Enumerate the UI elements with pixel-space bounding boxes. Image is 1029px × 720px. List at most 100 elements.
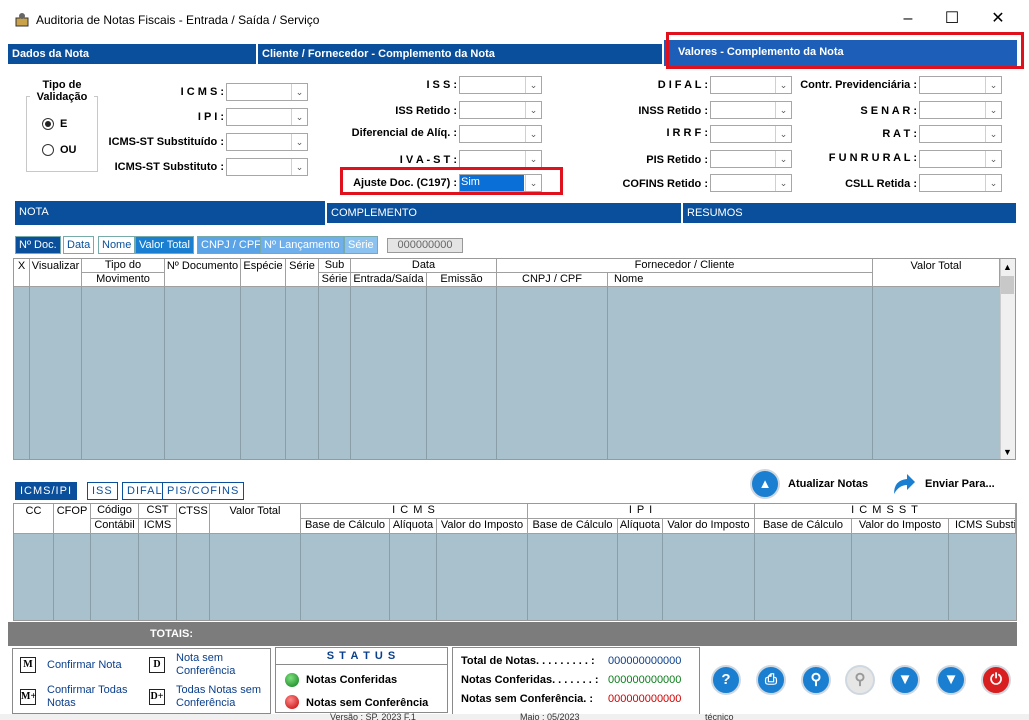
status-bar <box>0 714 1029 720</box>
col2-icmsst-vi: Valor do Imposto <box>852 519 949 534</box>
label-inss: INSS Retido : <box>638 105 708 117</box>
combo-icms-st-subst[interactable]: ⌄ <box>226 133 308 151</box>
enviar-para-button[interactable]: Enviar Para... <box>925 478 995 490</box>
help-icon[interactable]: ? <box>711 665 741 695</box>
col-especie: Espécie <box>241 259 286 287</box>
totals-label: TOTAIS: <box>150 628 193 640</box>
combo-cofins[interactable]: ⌄ <box>710 174 792 192</box>
nota-sem-conferencia-link[interactable]: Nota sem Conferência <box>176 652 268 678</box>
confirm-all-icon[interactable]: M+ <box>20 689 36 705</box>
grid-divider <box>617 534 618 620</box>
status-divider <box>276 664 447 665</box>
status-tecnico: técnico <box>705 713 734 720</box>
combo-icms[interactable]: ⌄ <box>226 83 308 101</box>
label-pis: PIS Retido : <box>646 154 708 166</box>
scroll-down-icon[interactable]: ▼ <box>1003 447 1012 457</box>
label-icms-st-subst: ICMS-ST Substituído : <box>108 136 224 148</box>
todas-sem-conferencia-link[interactable]: Todas Notas sem Conferência <box>176 684 268 710</box>
col-tipo: Tipo do <box>82 259 165 273</box>
grid-divider <box>176 534 177 620</box>
col2-cst: CST <box>139 504 177 519</box>
filter-icon[interactable]: ▼ <box>890 665 920 695</box>
col2-icms-aliq: Alíquota <box>390 519 437 534</box>
close-icon[interactable]: ✕ <box>983 8 1013 30</box>
search-input[interactable]: 000000000 <box>387 238 463 253</box>
sort-tab-lancamento[interactable]: Nº Lançamento <box>260 236 344 254</box>
combo-inss[interactable]: ⌄ <box>710 101 792 119</box>
print-icon[interactable]: ⎙ <box>756 665 786 695</box>
tab-resumos[interactable]: RESUMOS <box>683 203 1016 223</box>
combo-iss[interactable]: ⌄ <box>459 76 542 94</box>
sort-tab-data[interactable]: Data <box>63 236 95 254</box>
label-ajuste-doc: Ajuste Doc. (C197) : <box>353 177 457 189</box>
search-icon[interactable]: ⚲ <box>801 665 831 695</box>
radio-e[interactable] <box>42 118 54 130</box>
label-iss: I S S : <box>426 79 457 91</box>
combo-pis[interactable]: ⌄ <box>710 150 792 168</box>
col-nome: Nome <box>608 273 873 287</box>
combo-ipi[interactable]: ⌄ <box>226 108 308 126</box>
tab-complemento[interactable]: COMPLEMENTO <box>327 203 681 223</box>
col-ndoc: Nº Documento <box>165 259 241 287</box>
combo-iva-st[interactable]: ⌄ <box>459 150 542 168</box>
refresh-up-icon[interactable]: ▲ <box>750 469 780 499</box>
col2-cfop: CFOP <box>54 504 91 534</box>
col-valor-total: Valor Total <box>873 259 1000 287</box>
sort-tab-ndoc[interactable]: Nº Doc. <box>15 236 61 254</box>
combo-dif-aliq[interactable]: ⌄ <box>459 125 542 143</box>
combo-csll[interactable]: ⌄ <box>919 174 1002 192</box>
maximize-icon[interactable]: ☐ <box>937 8 967 30</box>
combo-irrf[interactable]: ⌄ <box>710 125 792 143</box>
col2-cc: CC <box>14 504 54 534</box>
combo-icms-st-substituto[interactable]: ⌄ <box>226 158 308 176</box>
sort-tab-valor[interactable]: Valor Total <box>135 236 194 254</box>
app-icon <box>15 13 29 27</box>
grid-divider <box>81 287 82 459</box>
btab-pis-cofins[interactable]: PIS/COFINS <box>162 482 245 500</box>
btab-iss[interactable]: ISS <box>87 482 118 500</box>
btab-icms-ipi[interactable]: ICMS/IPI <box>15 482 78 500</box>
btab-difal[interactable]: DIFAL <box>122 482 168 500</box>
tab-nota[interactable]: NOTA <box>15 201 325 225</box>
combo-contr-prev[interactable]: ⌄ <box>919 76 1002 94</box>
power-icon[interactable]: ⏻ <box>981 665 1011 695</box>
scroll-thumb[interactable] <box>1001 276 1014 294</box>
confirm-note-icon[interactable]: M <box>20 657 36 673</box>
col-movimento: Movimento <box>82 273 165 287</box>
col-cnpj: CNPJ / CPF <box>497 273 608 287</box>
combo-difal[interactable]: ⌄ <box>710 76 792 94</box>
col2-ipi-aliq: Alíquota <box>618 519 663 534</box>
combo-ajuste-value: Sim <box>460 175 524 191</box>
minimize-icon[interactable]: – <box>893 8 923 30</box>
grid-divider <box>164 287 165 459</box>
all-unchecked-icon[interactable]: D+ <box>149 689 165 705</box>
col-x: X <box>14 259 30 287</box>
combo-iss-retido[interactable]: ⌄ <box>459 101 542 119</box>
send-arrow-icon[interactable] <box>889 470 917 498</box>
confirmar-nota-link[interactable]: Confirmar Nota <box>47 659 122 672</box>
confirmar-todas-link[interactable]: Confirmar Todas Notas <box>47 684 139 710</box>
label-icms-st-substituto: ICMS-ST Substituto : <box>114 161 224 173</box>
notas-sem-label: Notas sem Conferência. : <box>461 693 594 705</box>
scroll-up-icon[interactable]: ▲ <box>1003 262 1012 272</box>
highlight-box-valores <box>666 32 1024 69</box>
grid-divider <box>872 287 873 459</box>
sort-tab-nome[interactable]: Nome <box>98 236 136 254</box>
radio-ou[interactable] <box>42 144 54 156</box>
red-led-icon <box>285 695 299 709</box>
grid-divider <box>285 287 286 459</box>
atualizar-notas-button[interactable]: Atualizar Notas <box>788 478 868 490</box>
clear-filter-icon[interactable]: ▼ <box>936 665 966 695</box>
grid-divider <box>607 287 608 459</box>
green-led-icon <box>285 673 299 687</box>
combo-ajuste-doc[interactable]: Sim ⌄ <box>459 174 542 192</box>
col2-contabil: Contábil <box>91 519 139 534</box>
note-unchecked-icon[interactable]: D <box>149 657 165 673</box>
combo-rat[interactable]: ⌄ <box>919 125 1002 143</box>
combo-senar[interactable]: ⌄ <box>919 101 1002 119</box>
combo-funrural[interactable]: ⌄ <box>919 150 1002 168</box>
sort-tab-serie[interactable]: Série <box>344 236 378 254</box>
disabled-search-icon[interactable]: ⚲ <box>845 665 875 695</box>
sort-tab-cnpj[interactable]: CNPJ / CPF <box>197 236 265 254</box>
label-iva-st: I V A - S T : <box>399 154 457 166</box>
